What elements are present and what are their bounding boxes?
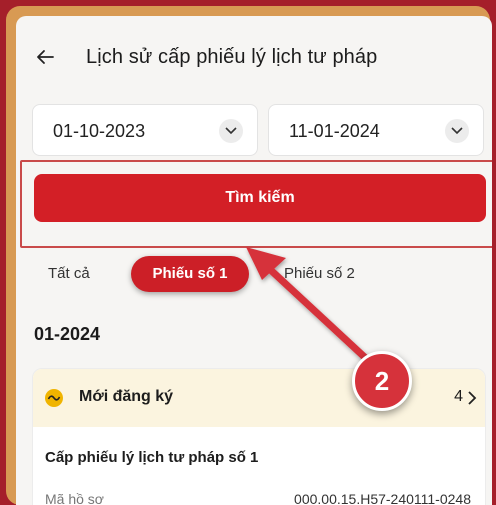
to-date-value: 11-01-2024: [289, 121, 380, 141]
from-date-select[interactable]: 01-10-2023: [32, 104, 258, 156]
field-label: Mã hồ sơ: [45, 491, 104, 505]
chevron-down-icon: [445, 119, 469, 143]
field-value: 000.00.15.H57-240111-0248: [294, 491, 471, 505]
tab-phieu-so-2[interactable]: Phiếu số 2: [284, 256, 355, 292]
record-card[interactable]: Mới đăng ký 4 Cấp phiếu lý lịch tư pháp …: [32, 368, 486, 505]
to-date-select[interactable]: 11-01-2024: [268, 104, 484, 156]
arrow-left-icon[interactable]: [34, 46, 56, 68]
section-date-heading: 01-2024: [34, 324, 101, 344]
app-screen: Lịch sử cấp phiếu lý lịch tư pháp 01-10-…: [16, 16, 492, 505]
page-title: Lịch sử cấp phiếu lý lịch tư pháp: [86, 46, 378, 68]
status-wave-icon: [45, 389, 63, 407]
card-title: Cấp phiếu lý lịch tư pháp số 1: [45, 449, 259, 466]
chevron-right-icon: [468, 391, 477, 405]
search-button[interactable]: Tìm kiếm: [34, 174, 486, 222]
header: Lịch sử cấp phiếu lý lịch tư pháp: [16, 16, 492, 96]
tab-all[interactable]: Tất cả: [48, 256, 90, 292]
chevron-down-icon: [219, 119, 243, 143]
from-date-value: 01-10-2023: [53, 121, 146, 141]
step-number-badge: 2: [352, 351, 412, 411]
card-header-value: 4: [454, 388, 463, 405]
tab-phieu-so-1[interactable]: Phiếu số 1: [131, 256, 249, 292]
card-header[interactable]: Mới đăng ký 4: [33, 369, 485, 427]
device-frame: Lịch sử cấp phiếu lý lịch tư pháp 01-10-…: [6, 6, 492, 505]
status-label: Mới đăng ký: [79, 388, 174, 405]
